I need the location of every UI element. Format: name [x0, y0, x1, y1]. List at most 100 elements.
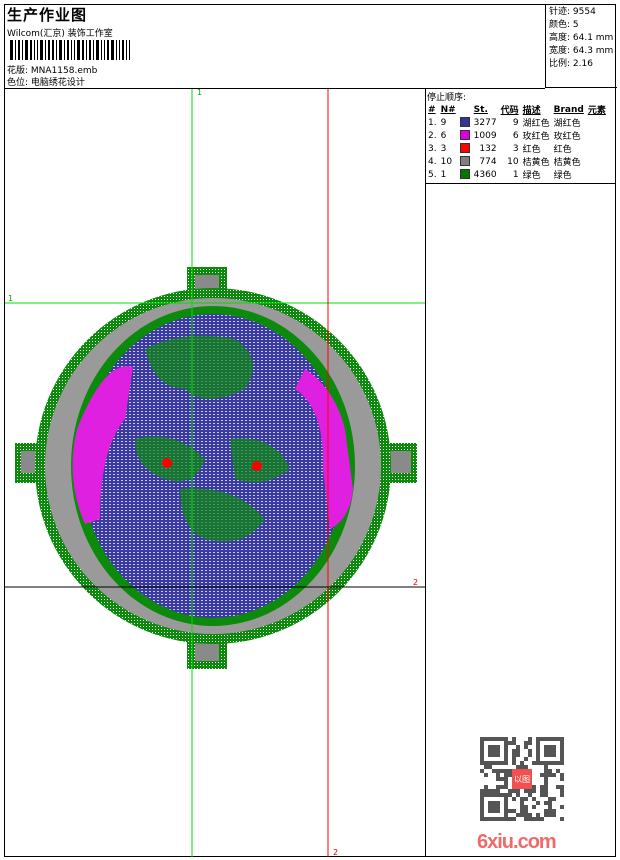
page-title: 生产作业图: [7, 6, 88, 24]
row-description: 玫红色: [522, 132, 550, 142]
barcode-bar: [40, 40, 43, 60]
stop-sequence-title: 停止顺序:: [427, 93, 467, 103]
stop-sequence-row: 1. 9 3277 9 湖红色 湖红色: [426, 116, 608, 129]
barcode-bar: [111, 40, 114, 60]
guide-label-v1: 1: [197, 88, 203, 97]
barcode-bar: [45, 40, 46, 60]
colorway: 电脑绣花设计: [30, 78, 85, 88]
row-stitches: 4360: [473, 169, 497, 180]
row-swatch: [458, 116, 472, 129]
row-stitches: 1009: [473, 130, 497, 141]
row-element: [586, 116, 608, 129]
panel-divider: [425, 88, 426, 857]
stop-sequence-table: # N# St. 代码 描述 Brand 元素 1. 9 3277 9 湖红色 …: [426, 103, 608, 182]
watermark-site: 6xiu.com: [477, 831, 557, 853]
row-index: 3.: [428, 143, 437, 154]
col-swatch: [458, 103, 472, 116]
stitch-count: 针迹: 9554: [549, 7, 596, 17]
row-needle: 1: [440, 169, 447, 180]
barcode-bar: [37, 40, 38, 60]
barcode-bar: [82, 40, 84, 60]
row-stitches: 3277: [473, 117, 497, 128]
embroidery-design-preview: [5, 89, 425, 857]
color-swatch: [459, 156, 470, 167]
qr-code: 以图: [480, 737, 564, 821]
col-description: 描述: [522, 106, 541, 116]
col-index: #: [428, 104, 436, 115]
barcode-bar: [52, 40, 54, 60]
barcode-bar: [15, 40, 16, 60]
row-needle: 10: [440, 156, 453, 167]
stop-sequence-panel: 停止顺序: # N# St. 代码 描述 Brand 元素 1. 9 3277 …: [426, 88, 616, 181]
row-needle: 3: [440, 143, 447, 154]
row-description: 桔黄色: [522, 158, 550, 168]
barcode-bar: [104, 40, 105, 60]
row-code: 6: [512, 130, 519, 141]
barcode-bar: [96, 40, 99, 60]
barcode-bar: [56, 40, 57, 60]
row-index: 1.: [428, 117, 437, 128]
stop-sequence-row: 4. 10 774 10 桔黄色 桔黄色: [426, 155, 608, 168]
col-needle: N#: [440, 104, 456, 115]
barcode-bar: [22, 40, 23, 60]
row-code: 1: [512, 169, 519, 180]
colorway-label: 色位:: [7, 78, 29, 88]
barcode-bar: [101, 40, 102, 60]
barcode: [10, 40, 132, 60]
barcode-bar: [30, 40, 32, 60]
seal-text: 以图: [514, 775, 530, 784]
barcode-bar: [64, 40, 65, 60]
guide-label-v2: 2: [333, 848, 339, 857]
color-swatch: [459, 169, 470, 180]
stop-sequence-row: 5. 1 4360 1 绿色 绿色: [426, 168, 608, 181]
row-swatch: [458, 142, 472, 155]
row-code: 3: [512, 143, 519, 154]
row-description: 湖红色: [522, 119, 550, 129]
color-swatch: [459, 117, 470, 128]
stop-sequence-divider: [426, 183, 616, 184]
barcode-bar: [86, 40, 87, 60]
color-swatch: [459, 143, 470, 154]
barcode-bar: [77, 40, 80, 60]
row-brand: 湖红色: [553, 119, 581, 129]
color-swatch: [459, 130, 470, 141]
guide-label-h2: 2: [413, 578, 419, 587]
barcode-bar: [116, 40, 117, 60]
col-element: 元素: [587, 106, 606, 116]
barcode-bar: [71, 40, 72, 60]
barcode-bar: [93, 40, 94, 60]
row-stitches: 132: [479, 143, 497, 154]
row-code: 10: [507, 156, 519, 167]
stop-sequence-row: 3. 3 132 3 红色 红色: [426, 142, 608, 155]
row-stitches: 774: [479, 156, 497, 167]
barcode-bar: [119, 40, 120, 60]
row-index: 2.: [428, 130, 437, 141]
barcode-bar: [67, 40, 69, 60]
col-stitches: St.: [473, 104, 488, 115]
barcode-bar: [129, 40, 130, 60]
barcode-bar: [107, 40, 109, 60]
barcode-bar: [34, 40, 35, 60]
row-brand: 红色: [553, 145, 572, 155]
color-count: 颜色: 5: [549, 20, 579, 30]
watermark-logo: 以图 6xiu.com: [477, 737, 567, 853]
row-index: 5.: [428, 169, 437, 180]
header: 生产作业图 Wilcom(汇京) 装饰工作室 花版: MNA1158.emb 色…: [4, 4, 545, 89]
design-stats: 针迹: 9554 颜色: 5 高度: 64.1 mm 宽度: 64.3 mm 比…: [545, 4, 617, 88]
barcode-bar: [126, 40, 127, 60]
row-brand: 玫红色: [553, 132, 581, 142]
barcode-bar: [10, 40, 13, 60]
row-index: 4.: [428, 156, 437, 167]
row-swatch: [458, 129, 472, 142]
row-needle: 9: [440, 117, 447, 128]
row-element: [586, 129, 608, 142]
barcode-bar: [74, 40, 75, 60]
design-width: 宽度: 64.3 mm: [549, 46, 614, 56]
row-element: [586, 155, 608, 168]
barcode-bar: [48, 40, 50, 60]
stop-sequence-row: 2. 6 1009 6 玫红色 玫红色: [426, 129, 608, 142]
colorway-line: 色位: 电脑绣花设计: [7, 75, 85, 88]
row-swatch: [458, 168, 472, 181]
design-height: 高度: 64.1 mm: [549, 33, 614, 43]
barcode-bar: [89, 40, 91, 60]
